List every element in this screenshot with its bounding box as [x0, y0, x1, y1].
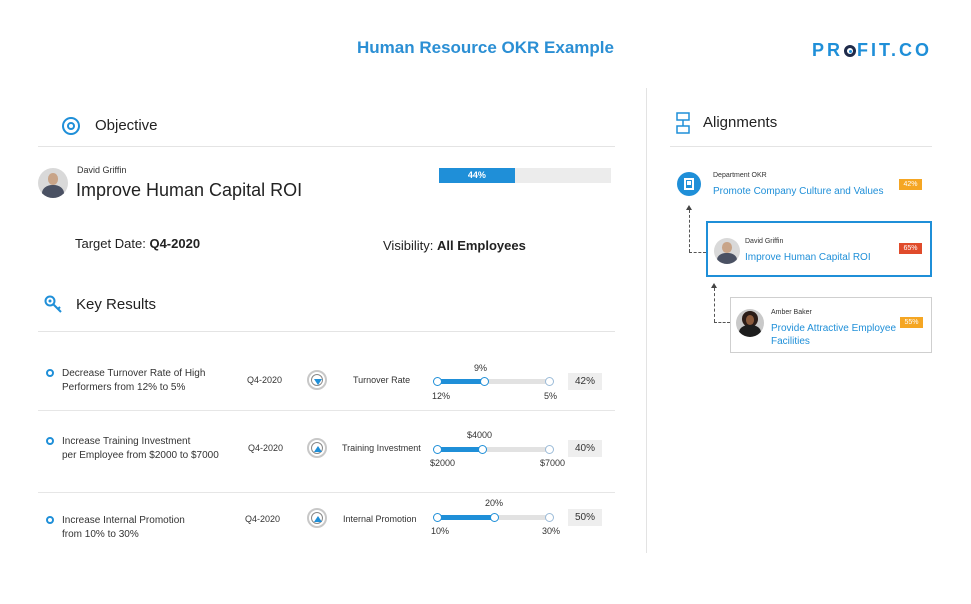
kr-3-current-knob[interactable]: [489, 513, 499, 522]
avatar-amber-baker: [736, 309, 764, 337]
kr-2-text-line1: Increase Training Investment: [62, 436, 191, 447]
kr-1-text[interactable]: Decrease Turnover Rate of High Performers…: [62, 367, 205, 395]
department-okr-label: Department OKR: [713, 172, 767, 179]
kr-1-start-knob: [433, 377, 442, 386]
kr-2-text-line2: per Employee from $2000 to $7000: [62, 450, 219, 461]
kr-2-current-knob[interactable]: [478, 445, 488, 454]
kr-2-slider[interactable]: [437, 447, 550, 452]
key-results-section-title: Key Results: [76, 296, 157, 313]
panel-divider: [646, 88, 647, 553]
kr-3-start-knob: [433, 513, 442, 522]
kr-3-percent: 50%: [568, 509, 602, 526]
connector-line: [714, 288, 715, 322]
visibility-value: All Employees: [436, 238, 526, 253]
decrease-arrow-icon: [307, 370, 327, 390]
current-okr-owner: David Griffin: [745, 238, 784, 245]
logo-o-icon: [844, 45, 857, 57]
avatar-david-griffin: [38, 168, 68, 198]
kr-1-current: 9%: [474, 363, 488, 373]
kr-2-metric: Training Investment: [342, 443, 421, 453]
row-divider: [38, 410, 615, 411]
kr-bullet: [46, 437, 54, 445]
objective-progress-bar: 44%: [439, 168, 611, 183]
kr-1-start: 12%: [432, 391, 451, 401]
objective-title[interactable]: Improve Human Capital ROI: [76, 180, 302, 201]
target-icon: [62, 117, 80, 135]
objective-owner: David Griffin: [77, 165, 127, 175]
kr-3-metric: Internal Promotion: [343, 514, 417, 524]
avatar-david-griffin: [714, 238, 740, 264]
increase-arrow-icon: [307, 508, 327, 528]
alignments-section-title: Alignments: [703, 114, 778, 131]
target-date: Target Date: Q4-2020: [75, 236, 200, 251]
target-date-label: Target Date:: [75, 236, 146, 251]
objective-divider: [38, 146, 615, 147]
visibility-label: Visibility:: [383, 238, 434, 253]
kr-2-percent: 40%: [568, 440, 602, 457]
kr-1-percent: 42%: [568, 373, 602, 390]
kr-1-slider-fill: [437, 379, 485, 384]
kr-2-start: $2000: [430, 458, 456, 468]
key-icon: [44, 295, 62, 313]
current-okr-title[interactable]: Improve Human Capital ROI: [745, 251, 871, 264]
key-results-divider: [38, 331, 615, 332]
kr-1-text-line1: Decrease Turnover Rate of High: [62, 368, 206, 379]
hierarchy-icon: [676, 112, 690, 134]
department-okr-badge: 42%: [899, 179, 922, 190]
current-okr-badge: 65%: [899, 243, 922, 254]
kr-3-date: Q4-2020: [245, 514, 281, 524]
child-okr-badge: 55%: [900, 317, 923, 328]
logo-text-start: PR: [812, 40, 844, 60]
kr-1-current-knob[interactable]: [480, 377, 490, 386]
kr-1-target: 5%: [544, 391, 558, 401]
kr-2-date: Q4-2020: [248, 443, 284, 453]
kr-1-target-knob: [545, 377, 554, 386]
kr-3-text[interactable]: Increase Internal Promotion from 10% to 3…: [62, 514, 185, 542]
objective-section-title: Objective: [95, 117, 158, 134]
kr-3-start: 10%: [431, 526, 450, 536]
child-okr-title-line1: Provide Attractive Employee: [771, 323, 897, 334]
kr-3-current: 20%: [485, 498, 504, 508]
kr-1-text-line2: Performers from 12% to 5%: [62, 382, 186, 393]
department-okr-title[interactable]: Promote Company Culture and Values: [713, 185, 883, 198]
connector-line: [689, 210, 690, 252]
row-divider: [38, 492, 615, 493]
kr-1-slider[interactable]: [437, 379, 550, 384]
child-okr-owner: Amber Baker: [771, 309, 812, 316]
logo-text-end: FIT.CO: [857, 40, 933, 60]
kr-3-target-knob: [545, 513, 554, 522]
increase-arrow-icon: [307, 438, 327, 458]
connector-line: [689, 252, 706, 253]
kr-3-slider-fill: [437, 515, 494, 520]
kr-1-date: Q4-2020: [247, 375, 283, 385]
alignments-divider: [670, 146, 932, 147]
kr-2-slider-fill: [437, 447, 483, 452]
kr-bullet: [46, 516, 54, 524]
objective-progress-fill: 44%: [439, 168, 515, 183]
kr-2-target: $7000: [540, 458, 566, 468]
kr-2-start-knob: [433, 445, 442, 454]
connector-line: [714, 322, 730, 323]
kr-3-text-line1: Increase Internal Promotion: [62, 515, 185, 526]
child-okr-title[interactable]: Provide Attractive Employee Facilities: [771, 322, 896, 348]
kr-1-metric: Turnover Rate: [353, 375, 411, 385]
profit-co-logo: PR FIT.CO: [812, 40, 932, 61]
child-okr-title-line2: Facilities: [771, 336, 810, 347]
kr-2-target-knob: [545, 445, 554, 454]
target-date-value: Q4-2020: [149, 236, 201, 251]
kr-2-current: $4000: [467, 430, 493, 440]
kr-3-target: 30%: [542, 526, 561, 536]
department-building-icon: [677, 172, 701, 196]
visibility: Visibility: All Employees: [383, 238, 526, 253]
kr-bullet: [46, 369, 54, 377]
kr-2-text[interactable]: Increase Training Investment per Employee…: [62, 435, 219, 463]
kr-3-text-line2: from 10% to 30%: [62, 529, 139, 540]
